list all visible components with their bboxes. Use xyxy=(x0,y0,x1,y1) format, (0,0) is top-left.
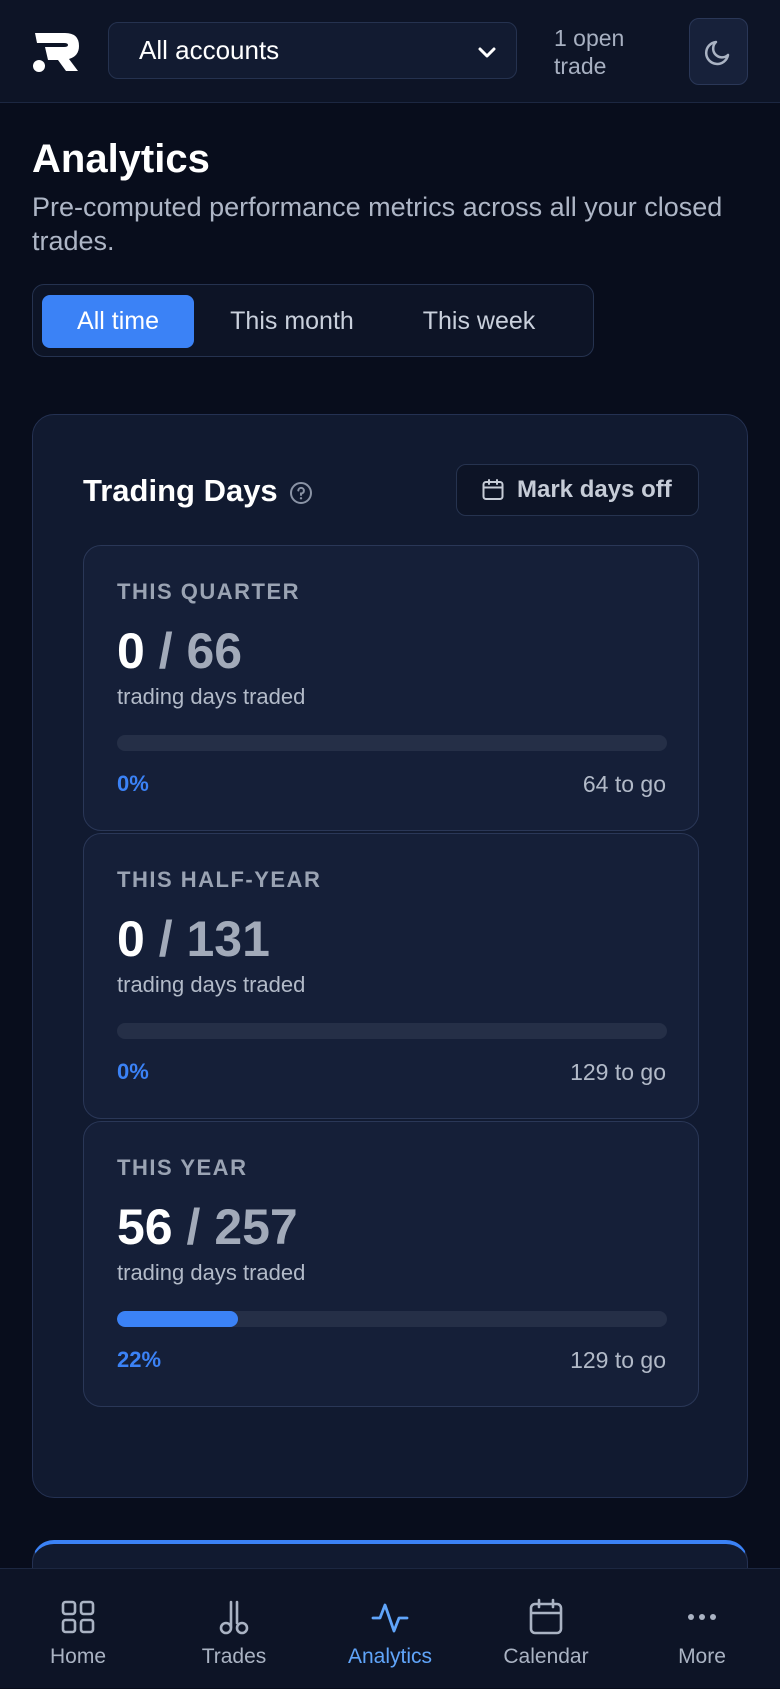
question-circle-icon[interactable] xyxy=(289,481,313,505)
nav-label: Calendar xyxy=(503,1645,589,1668)
bottom-nav: Home Trades Analytics Calendar More xyxy=(0,1568,780,1688)
total-days: 257 xyxy=(214,1199,298,1255)
days-to-go: 129 to go xyxy=(570,1347,666,1373)
grid-icon xyxy=(61,1600,95,1634)
more-icon xyxy=(688,1614,716,1620)
progress-percent: 0% xyxy=(117,771,149,796)
trading-days-card: Trading Days Mark days off THIS QUARTER … xyxy=(32,414,748,1498)
activity-icon xyxy=(371,1603,409,1633)
nav-item-more[interactable]: More xyxy=(624,1569,780,1689)
nav-label: More xyxy=(678,1645,726,1668)
total-days: 66 xyxy=(186,623,243,679)
trading-days-title: Trading Days xyxy=(83,473,278,508)
trades-icon xyxy=(219,1600,249,1635)
nav-label: Home xyxy=(49,1645,107,1668)
nav-item-analytics[interactable]: Analytics xyxy=(312,1569,468,1689)
progress-percent: 0% xyxy=(117,1059,149,1084)
period-count: 56 / 257 xyxy=(117,1199,298,1255)
nav-item-home[interactable]: Home xyxy=(0,1569,156,1689)
traded-days: 0 xyxy=(117,623,145,679)
progress-track xyxy=(117,1023,667,1039)
period-card-year: THIS YEAR 56 / 257 trading days traded 2… xyxy=(83,1121,699,1407)
period-caption: trading days traded xyxy=(117,684,306,709)
period-caption: trading days traded xyxy=(117,1260,306,1285)
nav-item-calendar[interactable]: Calendar xyxy=(468,1569,624,1689)
range-tabs: All time This month This week xyxy=(32,284,594,357)
open-trade-indicator[interactable]: 1 open trade xyxy=(554,24,644,80)
moon-icon xyxy=(704,40,729,65)
period-caption: trading days traded xyxy=(117,972,306,997)
mark-days-off-button[interactable]: Mark days off xyxy=(456,464,699,516)
nav-label: Analytics xyxy=(347,1645,433,1668)
theme-toggle-button[interactable] xyxy=(689,18,748,85)
period-count: 0 / 131 xyxy=(117,911,270,967)
period-label: THIS QUARTER xyxy=(117,579,300,604)
account-select-value: All accounts xyxy=(139,35,280,65)
nav-label: Trades xyxy=(201,1645,267,1668)
tab-this-week[interactable]: This week xyxy=(389,295,569,348)
nav-item-trades[interactable]: Trades xyxy=(156,1569,312,1689)
progress-track xyxy=(117,735,667,751)
period-count: 0 / 66 xyxy=(117,623,243,679)
traded-days: 0 xyxy=(117,911,145,967)
period-label: THIS HALF-YEAR xyxy=(117,867,322,892)
total-days: 131 xyxy=(186,911,270,967)
progress-fill xyxy=(117,1311,238,1327)
days-to-go: 64 to go xyxy=(582,771,666,797)
account-select[interactable]: All accounts xyxy=(108,22,517,79)
days-to-go: 129 to go xyxy=(570,1059,666,1085)
mark-days-off-label: Mark days off xyxy=(517,476,672,503)
progress-percent: 22% xyxy=(117,1347,162,1372)
app-logo-icon[interactable] xyxy=(31,31,83,73)
progress-track xyxy=(117,1311,667,1327)
page-title: Analytics xyxy=(32,137,210,181)
period-card-quarter: THIS QUARTER 0 / 66 trading days traded … xyxy=(83,545,699,831)
calendar-icon xyxy=(482,479,504,500)
chevron-down-icon xyxy=(478,47,496,58)
calendar-icon xyxy=(529,1598,563,1635)
tab-this-month[interactable]: This month xyxy=(203,295,381,348)
traded-days: 56 xyxy=(117,1199,173,1255)
top-bar: All accounts 1 open trade xyxy=(0,0,780,103)
tab-all-time[interactable]: All time xyxy=(42,295,194,348)
page-subtitle: Pre-computed performance metrics across … xyxy=(32,192,723,256)
period-label: THIS YEAR xyxy=(117,1155,248,1180)
period-card-half-year: THIS HALF-YEAR 0 / 131 trading days trad… xyxy=(83,833,699,1119)
